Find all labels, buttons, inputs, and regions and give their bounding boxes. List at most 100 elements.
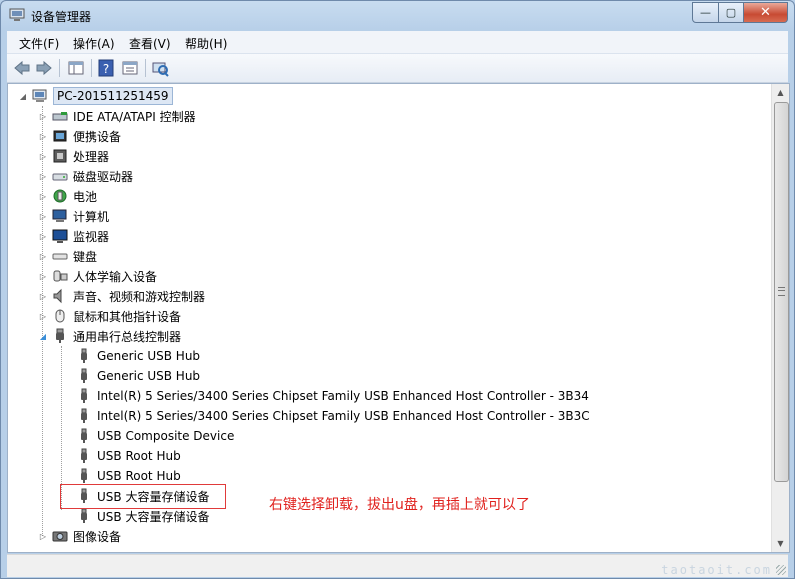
device-manager-window: 设备管理器 — ▢ ✕ 文件(F) 操作(A) 查看(V) 帮助(H) ? ◢ … xyxy=(0,0,795,579)
tree-category[interactable]: ▷ 鼠标和其他指针设备 xyxy=(38,306,181,326)
tree-root[interactable]: ◢ PC-201511251459 xyxy=(18,86,173,106)
usb-device-label: USB Composite Device xyxy=(97,429,235,443)
category-label: 磁盘驱动器 xyxy=(73,169,134,184)
show-hide-console-tree-icon[interactable] xyxy=(67,59,85,77)
tree-category[interactable]: ▷ 电池 xyxy=(38,186,97,206)
category-label: 处理器 xyxy=(73,149,110,164)
usb-device-item[interactable]: USB Root Hub xyxy=(76,466,181,486)
usb-device-item[interactable]: Generic USB Hub xyxy=(76,366,200,386)
usb-device-icon xyxy=(81,428,87,443)
usb-device-icon xyxy=(81,408,87,423)
scan-hardware-icon[interactable] xyxy=(151,59,169,77)
scroll-up-arrow-icon[interactable]: ▲ xyxy=(772,84,789,101)
watermark: taotaoit.com xyxy=(661,563,772,577)
tree-category[interactable]: ▷ 声音、视频和游戏控制器 xyxy=(38,286,205,306)
tree-category[interactable]: ▷ 键盘 xyxy=(38,246,97,266)
scroll-down-arrow-icon[interactable]: ▼ xyxy=(772,535,789,552)
expand-arrow-icon[interactable]: ▷ xyxy=(38,171,48,181)
forward-arrow-icon[interactable] xyxy=(35,59,53,77)
ide-controller-icon xyxy=(52,112,68,121)
category-label: 鼠标和其他指针设备 xyxy=(73,309,182,324)
svg-text:?: ? xyxy=(103,62,109,76)
category-label: IDE ATA/ATAPI 控制器 xyxy=(73,109,196,124)
tree-category-usb[interactable]: ◢ 通用串行总线控制器 xyxy=(38,326,181,346)
usb-device-item[interactable]: USB Root Hub xyxy=(76,446,181,466)
device-tree[interactable]: ◢ PC-201511251459 ▷ IDE ATA/ATAPI 控制器 ▷ … xyxy=(7,83,790,553)
expand-arrow-icon[interactable]: ▷ xyxy=(38,311,48,321)
category-label: 人体学输入设备 xyxy=(73,269,158,284)
tree-category[interactable]: ▷ 计算机 xyxy=(38,206,109,226)
close-button[interactable]: ✕ xyxy=(744,2,788,23)
minimize-button[interactable]: — xyxy=(692,2,719,23)
window-title: 设备管理器 xyxy=(31,10,92,24)
category-label: 通用串行总线控制器 xyxy=(73,329,182,344)
category-label: 监视器 xyxy=(73,229,110,244)
portable-device-icon xyxy=(53,130,67,142)
usb-device-label: USB Root Hub xyxy=(97,449,181,463)
usb-device-item[interactable]: Intel(R) 5 Series/3400 Series Chipset Fa… xyxy=(76,406,590,426)
usb-device-icon xyxy=(81,348,87,363)
expand-arrow-icon[interactable]: ▷ xyxy=(38,131,48,141)
tree-category[interactable]: ▷ 处理器 xyxy=(38,146,109,166)
root-label: PC-201511251459 xyxy=(53,87,173,105)
help-icon[interactable]: ? xyxy=(97,59,115,77)
usb-device-icon xyxy=(81,448,87,463)
resize-grip[interactable] xyxy=(776,565,786,575)
vertical-scrollbar[interactable]: ▲ ▼ xyxy=(771,84,789,552)
menu-help[interactable]: 帮助(H) xyxy=(185,35,227,52)
collapse-arrow-icon[interactable]: ◢ xyxy=(38,331,48,341)
usb-icon xyxy=(56,328,64,343)
menu-file[interactable]: 文件(F) xyxy=(19,35,59,52)
processor-icon xyxy=(53,149,67,163)
usb-device-label: USB 大容量存储设备 xyxy=(97,509,210,524)
expand-arrow-icon[interactable]: ▷ xyxy=(38,231,48,241)
usb-device-item[interactable]: Generic USB Hub xyxy=(76,346,200,366)
expand-arrow-icon[interactable]: ▷ xyxy=(38,251,48,261)
category-label: 便携设备 xyxy=(73,129,122,144)
expand-arrow-icon[interactable]: ▷ xyxy=(38,271,48,281)
maximize-button[interactable]: ▢ xyxy=(719,2,744,23)
tree-category[interactable]: ▷ 人体学输入设备 xyxy=(38,266,157,286)
mouse-icon xyxy=(55,309,65,323)
tree-category[interactable]: ▷ 磁盘驱动器 xyxy=(38,166,133,186)
usb-device-icon xyxy=(81,468,87,483)
back-arrow-icon[interactable] xyxy=(13,59,31,77)
usb-device-item[interactable]: USB Composite Device xyxy=(76,426,234,446)
menu-bar: 文件(F) 操作(A) 查看(V) 帮助(H) xyxy=(7,31,788,54)
tree-category[interactable]: ▷ 便携设备 xyxy=(38,126,121,146)
imaging-device-icon xyxy=(52,531,68,542)
annotation-text: 右键选择卸载，拔出u盘，再插上就可以了 xyxy=(269,497,530,513)
collapse-arrow-icon[interactable]: ◢ xyxy=(18,91,28,101)
tree-category[interactable]: ▷ 监视器 xyxy=(38,226,109,246)
expand-arrow-icon[interactable]: ▷ xyxy=(38,191,48,201)
usb-device-label: Intel(R) 5 Series/3400 Series Chipset Fa… xyxy=(97,389,589,403)
tree-category[interactable]: ▷ IDE ATA/ATAPI 控制器 xyxy=(38,106,196,126)
category-label: 电池 xyxy=(73,189,98,204)
menu-action[interactable]: 操作(A) xyxy=(73,35,115,52)
disk-drive-icon xyxy=(52,173,68,181)
battery-icon xyxy=(53,189,67,203)
tree-category[interactable]: ▷ 图像设备 xyxy=(38,526,121,546)
keyboard-icon xyxy=(52,253,68,260)
menu-view[interactable]: 查看(V) xyxy=(129,35,171,52)
expand-arrow-icon[interactable]: ▷ xyxy=(38,291,48,301)
usb-device-icon xyxy=(81,508,87,523)
usb-device-label: Generic USB Hub xyxy=(97,369,201,383)
expand-arrow-icon[interactable]: ▷ xyxy=(38,531,48,541)
usb-device-label: Generic USB Hub xyxy=(97,349,201,363)
title-bar[interactable]: 设备管理器 — ▢ ✕ xyxy=(1,1,794,31)
toolbar: ? xyxy=(7,54,788,83)
computer-root-icon xyxy=(32,89,47,102)
scroll-thumb[interactable] xyxy=(774,102,789,482)
computer-icon xyxy=(52,209,67,222)
expand-arrow-icon[interactable]: ▷ xyxy=(38,111,48,121)
properties-icon[interactable] xyxy=(121,59,139,77)
usb-device-item[interactable]: USB 大容量存储设备 xyxy=(76,506,209,526)
expand-arrow-icon[interactable]: ▷ xyxy=(38,151,48,161)
usb-device-item[interactable]: Intel(R) 5 Series/3400 Series Chipset Fa… xyxy=(76,386,589,406)
expand-arrow-icon[interactable]: ▷ xyxy=(38,211,48,221)
category-label: 声音、视频和游戏控制器 xyxy=(73,289,206,304)
sound-icon xyxy=(53,288,62,304)
usb-device-label: Intel(R) 5 Series/3400 Series Chipset Fa… xyxy=(97,409,590,423)
device-manager-app-icon xyxy=(9,8,25,21)
